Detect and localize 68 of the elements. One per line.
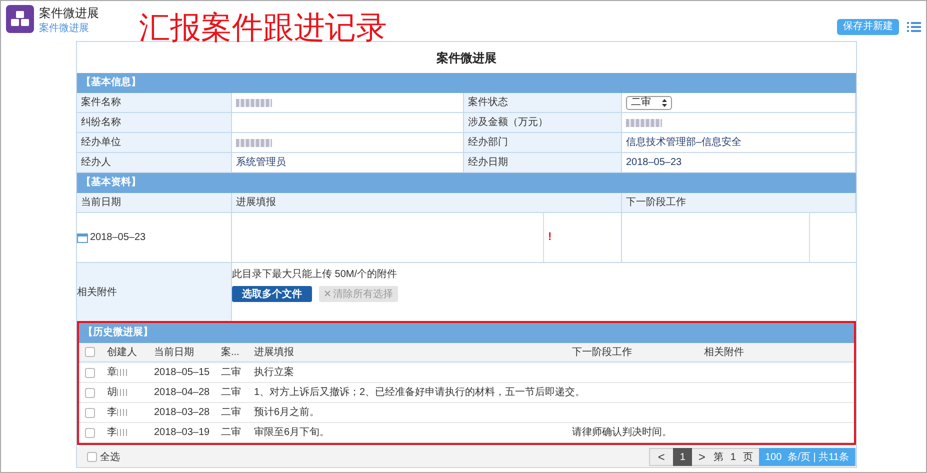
column-header: 下一阶段工作 [622, 193, 856, 213]
section-header: 【历史微进展】 [79, 323, 854, 343]
table-cell-text: 章 [107, 366, 117, 380]
checkbox[interactable] [85, 347, 95, 357]
field-label: 经办单位 [77, 133, 232, 153]
section-header: 【基本信息】 [77, 73, 856, 93]
annotation-text: 汇报案件跟进记录 [139, 11, 387, 45]
caret-icon [662, 98, 667, 106]
app-logo-icon [6, 5, 34, 33]
previous-page-button[interactable]: < [650, 448, 673, 466]
checkbox[interactable] [87, 452, 97, 462]
field-value: 信息技术管理部–信息安全 [626, 136, 742, 150]
column-header: 创建人 [107, 346, 138, 360]
column-header: 进展填报 [232, 193, 622, 213]
table-cell-text: 2018–03–28 [154, 406, 211, 420]
field-label: 经办部门 [464, 133, 622, 153]
table-cell-text: 预计6月之前。 [254, 406, 320, 420]
table-cell-text: 二审 [221, 386, 242, 400]
table-cell-text: 1、对方上诉后又撤诉；2、已经准备好申请执行的材料，五一节后即递交。 [254, 386, 586, 400]
column-header: 当前日期 [77, 193, 232, 213]
table-cell-text: 2018–03–19 [154, 426, 211, 440]
upload-hint: 此目录下最大只能上传 50M/个的附件 [232, 268, 398, 282]
page-summary: 条/页 | 共11条 [788, 450, 849, 464]
table-cell-text: 二审 [221, 366, 242, 380]
date-value: 2018–05–23 [90, 231, 146, 245]
checkbox[interactable] [85, 368, 95, 378]
field-label: 经办人 [77, 153, 232, 173]
checkbox[interactable] [85, 428, 95, 438]
close-icon [324, 290, 331, 298]
table-cell-text: 二审 [221, 426, 242, 440]
required-mark: ! [548, 230, 552, 246]
field-value: 系统管理员 [236, 156, 286, 170]
table-cell: 请律师确认判决时间。 [572, 427, 672, 438]
field-label: 涉及金额（万元） [464, 113, 622, 133]
table-cell-text: 李 [107, 406, 117, 420]
column-header: 相关附件 [704, 346, 745, 360]
field-label: 相关附件 [77, 286, 117, 300]
checkbox[interactable] [85, 388, 95, 398]
column-header: 案... [221, 346, 240, 360]
column-header: 下一阶段工作 [572, 346, 633, 360]
calendar-icon[interactable] [77, 232, 88, 242]
choose-files-button[interactable]: 选取多个文件 [232, 286, 312, 302]
section-header: 【基本资料】 [77, 173, 856, 193]
table-cell-text: 李 [107, 426, 117, 440]
field-label: 经办日期 [464, 153, 622, 173]
field-label: 纠纷名称 [77, 113, 232, 133]
page-suffix: 页 [742, 450, 754, 464]
table-cell-text: 胡 [107, 386, 117, 400]
table-cell-text: 审限至6月下旬。 [254, 426, 330, 440]
page-prefix: 第 [712, 450, 724, 464]
column-header: 进展填报 [254, 346, 295, 360]
column-header: 当前日期 [154, 346, 195, 360]
menu-icon[interactable] [907, 21, 921, 33]
app-title: 案件微进展 [39, 5, 99, 21]
field-label: 案件状态 [464, 93, 622, 113]
table-cell-text: 2018–05–15 [154, 366, 211, 380]
form-title: 案件微进展 [436, 50, 498, 66]
select-all-label: 全选 [100, 450, 120, 464]
field-value: 2018–05–23 [626, 156, 682, 170]
status-select[interactable]: 二审 [626, 96, 672, 110]
current-page[interactable]: 1 [725, 450, 741, 464]
table-cell-text: 二审 [221, 406, 242, 420]
next-page-button[interactable]: > [692, 448, 712, 466]
field-label: 案件名称 [77, 93, 232, 113]
page-button[interactable]: 1 [672, 448, 692, 466]
checkbox[interactable] [85, 408, 95, 418]
table-cell-text: 执行立案 [254, 366, 294, 380]
table-cell-text: 2018–04–28 [154, 386, 211, 400]
